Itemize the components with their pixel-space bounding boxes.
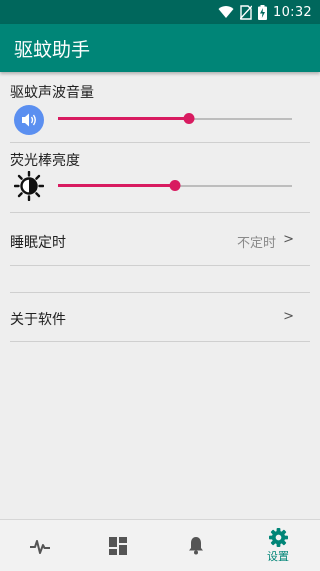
- nav-item-notifications[interactable]: [156, 520, 236, 571]
- bottom-nav: 设置: [0, 519, 320, 571]
- chevron-right-icon: >: [283, 309, 294, 324]
- brightness-label: 荧光棒亮度: [10, 153, 80, 169]
- speaker-icon: [14, 105, 44, 135]
- app-bar: 驱蚊助手: [0, 24, 320, 72]
- divider: [10, 212, 310, 213]
- sound-volume-label: 驱蚊声波音量: [10, 85, 94, 101]
- sleep-timer-label: 睡眠定时: [10, 235, 66, 251]
- slider-thumb[interactable]: [183, 113, 195, 124]
- no-sim-icon: [240, 4, 253, 20]
- chevron-right-icon: >: [283, 232, 294, 247]
- wifi-icon: [218, 6, 234, 19]
- slider-fill: [58, 184, 175, 187]
- sound-volume-slider[interactable]: [58, 113, 292, 125]
- bell-icon: [189, 537, 203, 555]
- app-title: 驱蚊助手: [14, 39, 91, 61]
- battery-charging-icon: [258, 4, 268, 20]
- pulse-icon: [30, 539, 50, 554]
- brightness-slider[interactable]: [58, 180, 292, 192]
- divider: [10, 142, 310, 143]
- nav-item-dashboard[interactable]: [78, 520, 158, 571]
- sleep-timer-value: 不定时: [236, 236, 276, 251]
- about-row[interactable]: 关于软件 >: [0, 296, 320, 340]
- divider: [10, 341, 310, 342]
- nav-item-monitor[interactable]: [0, 520, 80, 571]
- divider: [10, 292, 310, 293]
- nav-label-settings: 设置: [267, 549, 289, 563]
- slider-fill: [58, 117, 190, 120]
- brightness-icon: [14, 171, 44, 201]
- slider-thumb[interactable]: [169, 180, 181, 191]
- divider: [10, 265, 310, 266]
- sleep-timer-row[interactable]: 睡眠定时 不定时 >: [0, 219, 320, 263]
- status-icons: 10:32: [218, 0, 312, 24]
- nav-item-settings[interactable]: 设置: [238, 520, 318, 571]
- grid-icon: [109, 536, 127, 555]
- status-bar: 10:32: [0, 0, 320, 24]
- status-time: 10:32: [273, 4, 312, 20]
- gear-icon: [268, 527, 288, 547]
- about-label: 关于软件: [10, 312, 66, 328]
